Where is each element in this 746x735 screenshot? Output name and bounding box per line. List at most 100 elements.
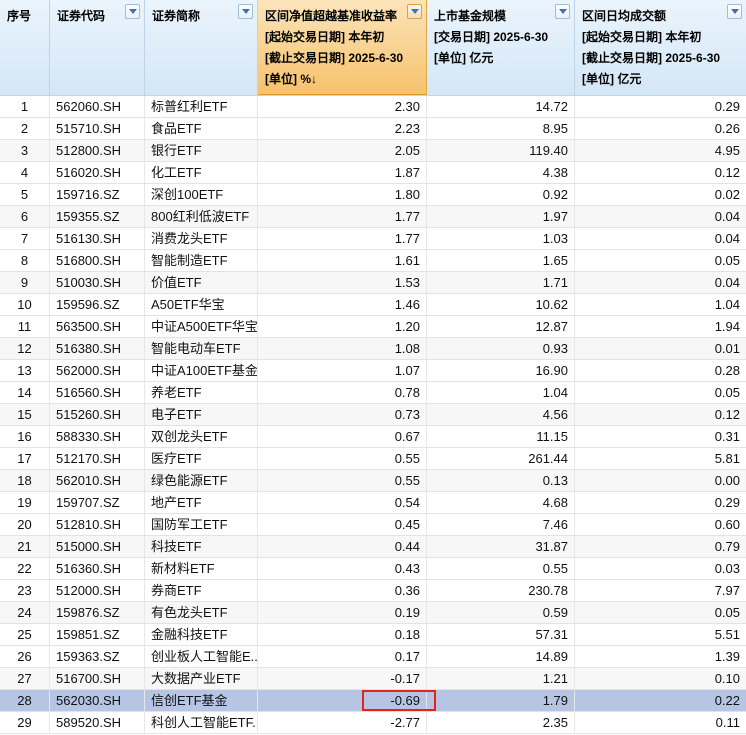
cell-avg-turnover[interactable]: 5.81	[575, 448, 746, 469]
cell-fund-size[interactable]: 16.90	[427, 360, 575, 381]
filter-dropdown-button[interactable]	[125, 4, 140, 19]
column-header-code[interactable]: 证券代码	[50, 0, 145, 95]
cell-excess-return[interactable]: 0.45	[258, 514, 427, 535]
table-row[interactable]: 20512810.SH国防军工ETF0.457.460.60	[0, 514, 746, 536]
cell-code[interactable]: 562060.SH	[50, 96, 145, 117]
cell-code[interactable]: 589520.SH	[50, 712, 145, 733]
table-row-selected[interactable]: 28562030.SH信创ETF基金-0.691.790.22	[0, 690, 746, 712]
cell-avg-turnover[interactable]: 0.04	[575, 272, 746, 293]
table-row[interactable]: 10159596.SZA50ETF华宝1.4610.621.04	[0, 294, 746, 316]
cell-index[interactable]: 3	[0, 140, 50, 161]
cell-fund-size[interactable]: 1.65	[427, 250, 575, 271]
table-row[interactable]: 16588330.SH双创龙头ETF0.6711.150.31	[0, 426, 746, 448]
cell-code[interactable]: 512170.SH	[50, 448, 145, 469]
cell-index[interactable]: 15	[0, 404, 50, 425]
table-row[interactable]: 14516560.SH养老ETF0.781.040.05	[0, 382, 746, 404]
table-row[interactable]: 22516360.SH新材料ETF0.430.550.03	[0, 558, 746, 580]
cell-excess-return[interactable]: 0.44	[258, 536, 427, 557]
cell-fund-size[interactable]: 230.78	[427, 580, 575, 601]
cell-code[interactable]: 516020.SH	[50, 162, 145, 183]
filter-dropdown-button[interactable]	[727, 4, 742, 19]
column-header-fund-size[interactable]: 上市基金规模 [交易日期] 2025-6-30 [单位] 亿元	[427, 0, 575, 95]
cell-name[interactable]: 双创龙头ETF	[145, 426, 258, 447]
cell-excess-return[interactable]: 0.18	[258, 624, 427, 645]
cell-fund-size[interactable]: 1.97	[427, 206, 575, 227]
cell-index[interactable]: 29	[0, 712, 50, 733]
cell-name[interactable]: 标普红利ETF	[145, 96, 258, 117]
table-row[interactable]: 26159363.SZ创业板人工智能E...0.1714.891.39	[0, 646, 746, 668]
cell-avg-turnover[interactable]: 0.22	[575, 690, 746, 711]
cell-avg-turnover[interactable]: 0.05	[575, 250, 746, 271]
cell-excess-return[interactable]: 0.54	[258, 492, 427, 513]
cell-avg-turnover[interactable]: 0.29	[575, 96, 746, 117]
cell-excess-return[interactable]: 1.61	[258, 250, 427, 271]
cell-excess-return[interactable]: 0.36	[258, 580, 427, 601]
table-row[interactable]: 12516380.SH智能电动车ETF1.080.930.01	[0, 338, 746, 360]
cell-fund-size[interactable]: 0.55	[427, 558, 575, 579]
cell-index[interactable]: 12	[0, 338, 50, 359]
cell-fund-size[interactable]: 7.46	[427, 514, 575, 535]
cell-avg-turnover[interactable]: 0.79	[575, 536, 746, 557]
cell-fund-size[interactable]: 4.56	[427, 404, 575, 425]
table-row[interactable]: 2515710.SH食品ETF2.238.950.26	[0, 118, 746, 140]
cell-name[interactable]: 绿色能源ETF	[145, 470, 258, 491]
cell-code[interactable]: 159355.SZ	[50, 206, 145, 227]
cell-index[interactable]: 1	[0, 96, 50, 117]
cell-avg-turnover[interactable]: 0.12	[575, 162, 746, 183]
cell-code[interactable]: 159363.SZ	[50, 646, 145, 667]
cell-avg-turnover[interactable]: 0.01	[575, 338, 746, 359]
table-row[interactable]: 29589520.SH科创人工智能ETF...-2.772.350.11	[0, 712, 746, 734]
cell-avg-turnover[interactable]: 0.11	[575, 712, 746, 733]
cell-code[interactable]: 516700.SH	[50, 668, 145, 689]
table-row[interactable]: 4516020.SH化工ETF1.874.380.12	[0, 162, 746, 184]
cell-code[interactable]: 562000.SH	[50, 360, 145, 381]
table-row[interactable]: 11563500.SH中证A500ETF华宝1.2012.871.94	[0, 316, 746, 338]
cell-avg-turnover[interactable]: 0.02	[575, 184, 746, 205]
cell-fund-size[interactable]: 0.92	[427, 184, 575, 205]
cell-fund-size[interactable]: 1.21	[427, 668, 575, 689]
cell-avg-turnover[interactable]: 0.03	[575, 558, 746, 579]
cell-name[interactable]: 地产ETF	[145, 492, 258, 513]
cell-index[interactable]: 13	[0, 360, 50, 381]
cell-avg-turnover[interactable]: 0.10	[575, 668, 746, 689]
cell-fund-size[interactable]: 261.44	[427, 448, 575, 469]
column-header-index[interactable]: 序号	[0, 0, 50, 95]
cell-name[interactable]: 电子ETF	[145, 404, 258, 425]
cell-fund-size[interactable]: 14.89	[427, 646, 575, 667]
table-row[interactable]: 3512800.SH银行ETF2.05119.404.95	[0, 140, 746, 162]
cell-fund-size[interactable]: 1.79	[427, 690, 575, 711]
cell-name[interactable]: 金融科技ETF	[145, 624, 258, 645]
cell-excess-return[interactable]: 1.80	[258, 184, 427, 205]
cell-name[interactable]: 中证A500ETF华宝	[145, 316, 258, 337]
cell-index[interactable]: 18	[0, 470, 50, 491]
filter-dropdown-button[interactable]	[555, 4, 570, 19]
table-row[interactable]: 13562000.SH中证A100ETF基金1.0716.900.28	[0, 360, 746, 382]
cell-excess-return-red-boxed[interactable]: -0.69	[258, 690, 427, 711]
cell-name[interactable]: 有色龙头ETF	[145, 602, 258, 623]
cell-index[interactable]: 23	[0, 580, 50, 601]
cell-code[interactable]: 512000.SH	[50, 580, 145, 601]
cell-name[interactable]: 科技ETF	[145, 536, 258, 557]
cell-index[interactable]: 17	[0, 448, 50, 469]
column-header-avg-turnover[interactable]: 区间日均成交额 [起始交易日期] 本年初 [截止交易日期] 2025-6-30 …	[575, 0, 746, 95]
cell-name[interactable]: 800红利低波ETF	[145, 206, 258, 227]
cell-index[interactable]: 28	[0, 690, 50, 711]
cell-avg-turnover[interactable]: 0.05	[575, 602, 746, 623]
cell-excess-return[interactable]: 1.20	[258, 316, 427, 337]
cell-avg-turnover[interactable]: 0.00	[575, 470, 746, 491]
filter-dropdown-button[interactable]	[407, 4, 422, 19]
table-row[interactable]: 7516130.SH消费龙头ETF1.771.030.04	[0, 228, 746, 250]
cell-excess-return[interactable]: 1.07	[258, 360, 427, 381]
cell-index[interactable]: 8	[0, 250, 50, 271]
cell-name[interactable]: 科创人工智能ETF...	[145, 712, 258, 733]
column-header-name[interactable]: 证券简称	[145, 0, 258, 95]
cell-excess-return[interactable]: 1.46	[258, 294, 427, 315]
cell-name[interactable]: 中证A100ETF基金	[145, 360, 258, 381]
cell-index[interactable]: 24	[0, 602, 50, 623]
cell-excess-return[interactable]: 0.55	[258, 448, 427, 469]
cell-avg-turnover[interactable]: 0.05	[575, 382, 746, 403]
cell-fund-size[interactable]: 14.72	[427, 96, 575, 117]
cell-name[interactable]: 券商ETF	[145, 580, 258, 601]
cell-excess-return[interactable]: 0.73	[258, 404, 427, 425]
cell-avg-turnover[interactable]: 0.26	[575, 118, 746, 139]
